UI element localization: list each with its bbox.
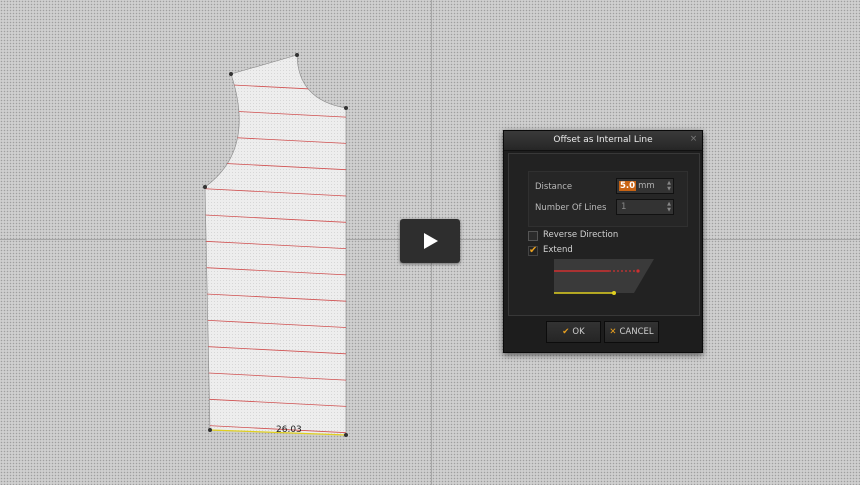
seam-length-label: 26.03 (276, 425, 302, 435)
offset-preview-diagram (554, 259, 654, 295)
play-icon (424, 233, 438, 249)
close-icon[interactable]: × (689, 135, 698, 144)
check-icon: ✔ (562, 327, 570, 337)
cancel-label: CANCEL (619, 327, 654, 337)
distance-label: Distance (535, 182, 573, 192)
cancel-button[interactable]: ✕ CANCEL (604, 321, 659, 343)
extend-label: Extend (543, 245, 573, 255)
fields-panel: Distance 5.0 mm ▲ ▼ Number Of Lines 1 ▲ ▼ (528, 171, 688, 227)
reverse-direction-label: Reverse Direction (543, 230, 619, 240)
distance-stepper[interactable]: ▲ ▼ (666, 180, 672, 192)
number-of-lines-input[interactable]: 1 ▲ ▼ (616, 199, 674, 215)
number-of-lines-stepper[interactable]: ▲ ▼ (666, 201, 672, 213)
x-icon: ✕ (609, 327, 617, 337)
dialog-title: Offset as Internal Line (504, 131, 702, 151)
ok-label: OK (572, 327, 585, 337)
distance-value: 5.0 (619, 181, 637, 191)
reverse-direction-checkbox[interactable] (528, 231, 538, 241)
distance-unit: mm (638, 181, 655, 191)
dialog-body: Distance 5.0 mm ▲ ▼ Number Of Lines 1 ▲ ▼ R… (508, 153, 700, 316)
number-of-lines-label: Number Of Lines (535, 203, 607, 213)
distance-input[interactable]: 5.0 mm ▲ ▼ (616, 178, 674, 194)
offset-internal-line-dialog: Offset as Internal Line × Distance 5.0 mm… (503, 130, 703, 353)
video-play-button[interactable] (400, 219, 460, 263)
ok-button[interactable]: ✔ OK (546, 321, 601, 343)
extend-checkbox[interactable]: ✔ (528, 245, 538, 256)
checkmark-icon: ✔ (529, 245, 538, 256)
number-of-lines-value: 1 (621, 202, 627, 212)
